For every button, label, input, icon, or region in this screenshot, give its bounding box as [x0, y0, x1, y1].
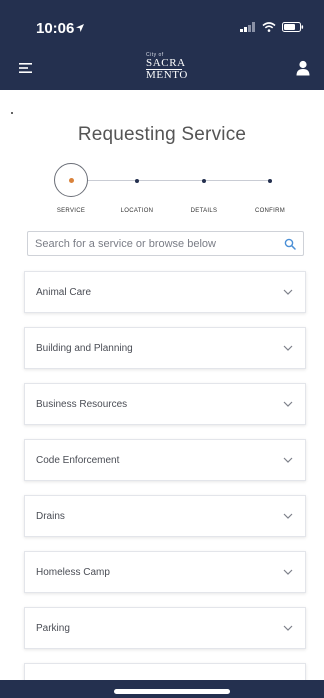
city-logo[interactable]: City of SACRA MENTO: [146, 52, 190, 84]
menu-icon[interactable]: [18, 60, 34, 76]
chevron-down-icon: [283, 513, 293, 519]
chevron-down-icon: [283, 625, 293, 631]
search-input[interactable]: [35, 236, 275, 252]
step-dot-service: [68, 178, 74, 183]
chevron-down-icon: [283, 401, 293, 407]
service-item-homeless-camp[interactable]: Homeless Camp: [24, 551, 306, 593]
status-icons: [240, 22, 304, 32]
user-icon[interactable]: [296, 60, 310, 76]
service-label: Business Resources: [36, 399, 128, 410]
stepper-line: [70, 180, 272, 181]
stray-dot: [11, 112, 13, 114]
search-box: [27, 231, 304, 256]
step-label-confirm: CONFIRM: [254, 208, 286, 214]
service-label: Parking: [36, 623, 70, 634]
progress-stepper: SERVICE LOCATION DETAILS CONFIRM: [0, 156, 324, 220]
step-label-location: LOCATION: [120, 208, 154, 214]
home-indicator[interactable]: [114, 689, 230, 694]
header-bar: City of SACRA MENTO: [0, 46, 324, 90]
signal-icon: [240, 22, 255, 32]
logo-line-2: MENTO: [146, 69, 188, 81]
step-dot-location: [135, 178, 139, 183]
step-dot-confirm: [268, 178, 272, 183]
wifi-icon: [262, 22, 276, 32]
service-item-animal-care[interactable]: Animal Care: [24, 271, 306, 313]
chevron-down-icon: [283, 289, 293, 295]
service-item-building-and-planning[interactable]: Building and Planning: [24, 327, 306, 369]
service-item-drains[interactable]: Drains: [24, 495, 306, 537]
service-item-business-resources[interactable]: Business Resources: [24, 383, 306, 425]
status-time: 10:06: [36, 20, 75, 37]
search-icon[interactable]: [284, 238, 296, 250]
bottom-bar: [0, 680, 324, 698]
service-label: Code Enforcement: [36, 455, 120, 466]
service-item-code-enforcement[interactable]: Code Enforcement: [24, 439, 306, 481]
service-label: Drains: [36, 511, 65, 522]
service-label: Homeless Camp: [36, 567, 110, 578]
chevron-down-icon: [283, 569, 293, 575]
status-bar: 10:06: [0, 0, 324, 46]
service-label: Animal Care: [36, 287, 92, 298]
chevron-down-icon: [283, 457, 293, 463]
battery-icon: [282, 22, 304, 32]
service-label: Building and Planning: [36, 343, 133, 354]
chevron-down-icon: [283, 345, 293, 351]
step-label-details: DETAILS: [190, 208, 218, 214]
service-item-parking[interactable]: Parking: [24, 607, 306, 649]
location-arrow-icon: [76, 24, 84, 32]
page-title: Requesting Service: [77, 124, 247, 145]
step-label-service: SERVICE: [56, 208, 86, 214]
step-dot-details: [202, 178, 206, 183]
